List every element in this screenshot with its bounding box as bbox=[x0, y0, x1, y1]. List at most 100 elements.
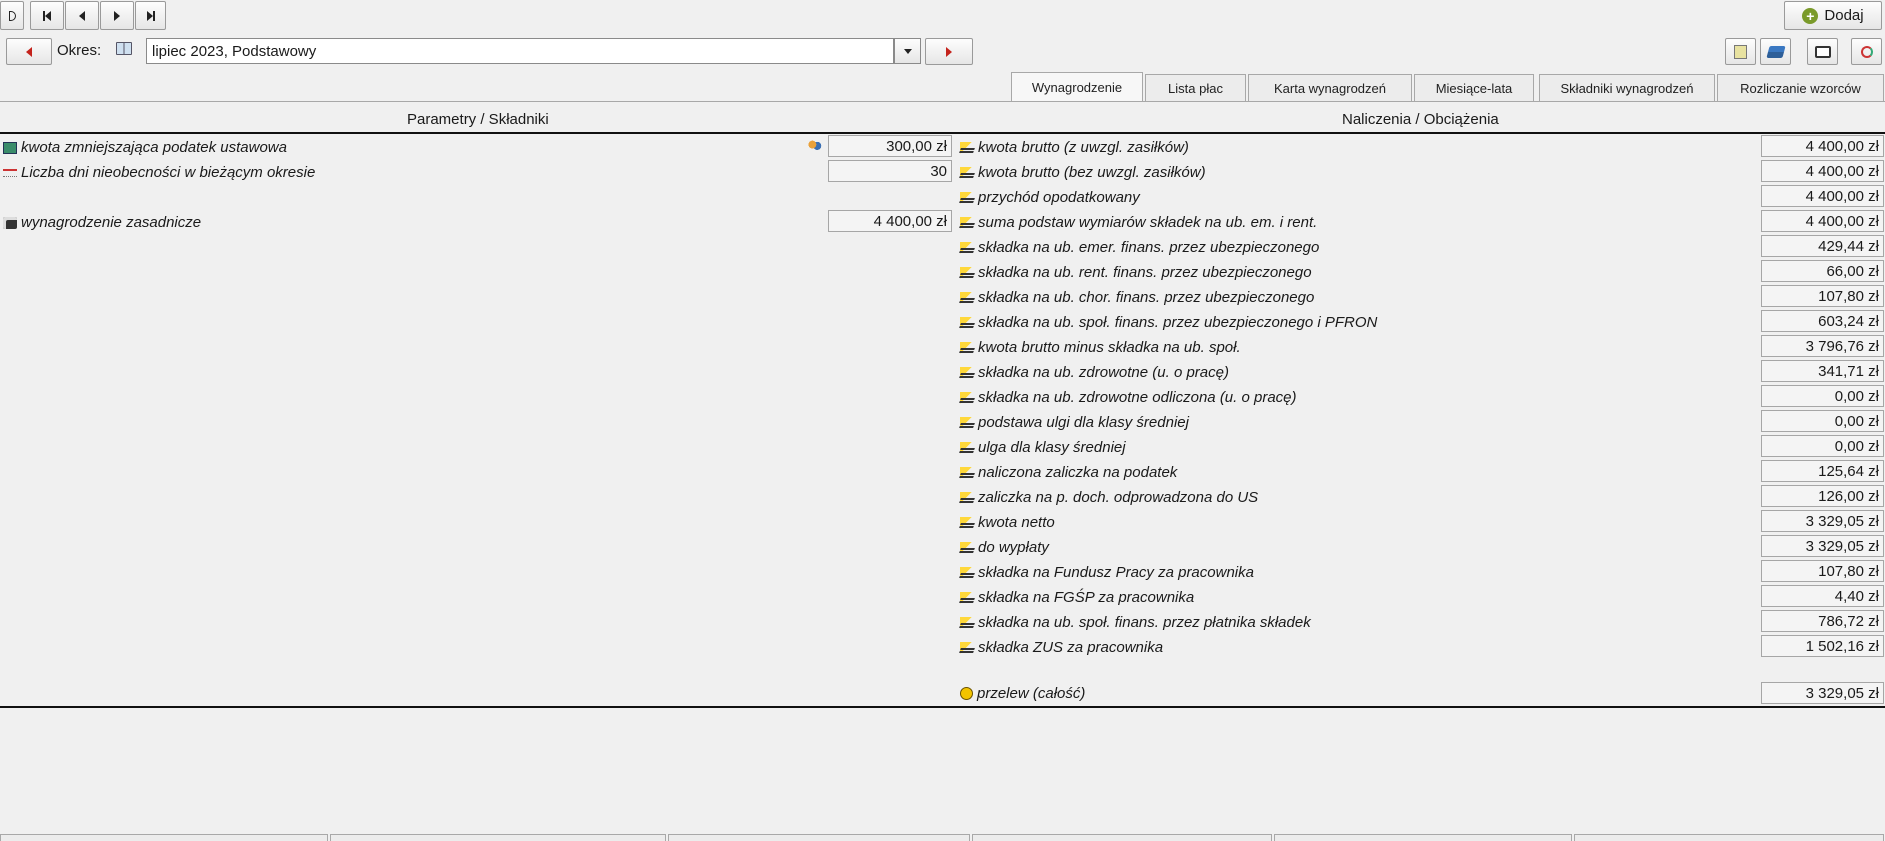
right-row-value[interactable]: 0,00 zł bbox=[1761, 410, 1884, 432]
calculator-icon bbox=[1734, 44, 1747, 59]
tab-miesiace-lata[interactable]: Miesiące-lata bbox=[1414, 74, 1534, 101]
right-row-value[interactable]: 4 400,00 zł bbox=[1761, 160, 1884, 182]
right-row-value[interactable]: 3 329,05 zł bbox=[1761, 535, 1884, 557]
right-row-value[interactable]: 603,24 zł bbox=[1761, 310, 1884, 332]
charge-icon bbox=[960, 516, 974, 529]
right-row-value[interactable]: 429,44 zł bbox=[1761, 235, 1884, 257]
right-row-value[interactable]: 341,71 zł bbox=[1761, 360, 1884, 382]
refresh-button[interactable] bbox=[1851, 38, 1882, 65]
bottom-tab[interactable] bbox=[668, 834, 970, 841]
right-row-label: składka na ub. rent. finans. przez ubezp… bbox=[978, 264, 1312, 281]
charge-icon bbox=[960, 291, 974, 304]
right-row: kwota brutto (z uwzgl. zasiłków) bbox=[960, 136, 1189, 159]
charge-icon bbox=[960, 566, 974, 579]
left-row-value[interactable]: 30 bbox=[828, 160, 952, 182]
right-row-value[interactable]: 3 796,76 zł bbox=[1761, 335, 1884, 357]
right-row-label: kwota brutto (z uwzgl. zasiłków) bbox=[978, 139, 1189, 156]
period-dropdown-button[interactable] bbox=[894, 38, 921, 64]
right-row-value[interactable]: 3 329,05 zł bbox=[1761, 510, 1884, 532]
tab-label: Miesiące-lata bbox=[1435, 80, 1513, 96]
calculator-button[interactable] bbox=[1725, 38, 1756, 65]
right-row-value[interactable]: 0,00 zł bbox=[1761, 435, 1884, 457]
calendar-icon bbox=[3, 168, 17, 177]
transfer-value[interactable]: 3 329,05 zł bbox=[1761, 682, 1884, 704]
right-row-value[interactable]: 107,80 zł bbox=[1761, 560, 1884, 582]
right-row: ulga dla klasy średniej bbox=[960, 436, 1126, 459]
books-button[interactable] bbox=[1760, 38, 1791, 65]
right-row-value[interactable]: 107,80 zł bbox=[1761, 285, 1884, 307]
add-button[interactable]: + Dodaj bbox=[1784, 1, 1882, 30]
left-column-header: Parametry / Składniki bbox=[407, 111, 549, 128]
new-record-icon bbox=[8, 10, 16, 21]
tab-lista-plac[interactable]: Lista płac bbox=[1145, 74, 1246, 101]
tab-label: Lista płac bbox=[1168, 80, 1223, 96]
charge-icon bbox=[960, 591, 974, 604]
people-icon[interactable] bbox=[806, 140, 822, 153]
right-column-header: Naliczenia / Obciążenia bbox=[1342, 111, 1499, 128]
right-row-value[interactable]: 66,00 zł bbox=[1761, 260, 1884, 282]
charge-icon bbox=[960, 441, 974, 454]
first-record-button[interactable] bbox=[30, 1, 64, 30]
bottom-tab[interactable] bbox=[972, 834, 1272, 841]
previous-icon bbox=[79, 10, 85, 21]
charge-icon bbox=[960, 166, 974, 179]
right-row-label: składka na ub. społ. finans. przez płatn… bbox=[978, 614, 1311, 631]
right-row: do wypłaty bbox=[960, 536, 1049, 559]
previous-record-button[interactable] bbox=[65, 1, 99, 30]
charge-icon bbox=[960, 341, 974, 354]
right-row-label: suma podstaw wymiarów składek na ub. em.… bbox=[978, 214, 1318, 231]
next-icon bbox=[114, 10, 120, 21]
bottom-tab[interactable] bbox=[0, 834, 328, 841]
charge-icon bbox=[960, 391, 974, 404]
right-row-value[interactable]: 1 502,16 zł bbox=[1761, 635, 1884, 657]
period-select[interactable]: lipiec 2023, Podstawowy bbox=[146, 38, 894, 64]
right-row-label: do wypłaty bbox=[978, 539, 1049, 556]
right-row: składka na ub. rent. finans. przez ubezp… bbox=[960, 261, 1312, 284]
chevron-down-icon bbox=[903, 48, 912, 54]
tab-karta-wynagrodzen[interactable]: Karta wynagrodzeń bbox=[1248, 74, 1412, 101]
right-row-value[interactable]: 126,00 zł bbox=[1761, 485, 1884, 507]
right-row-value[interactable]: 4 400,00 zł bbox=[1761, 210, 1884, 232]
printer-icon bbox=[1814, 45, 1831, 58]
right-row-value[interactable]: 4 400,00 zł bbox=[1761, 185, 1884, 207]
right-row-label: kwota brutto minus składka na ub. społ. bbox=[978, 339, 1241, 356]
right-row: kwota brutto minus składka na ub. społ. bbox=[960, 336, 1241, 359]
bottom-tab[interactable] bbox=[330, 834, 666, 841]
right-row-value[interactable]: 4,40 zł bbox=[1761, 585, 1884, 607]
next-record-button[interactable] bbox=[100, 1, 134, 30]
next-period-button[interactable] bbox=[925, 38, 973, 65]
charge-icon bbox=[960, 266, 974, 279]
left-row-value[interactable]: 300,00 zł bbox=[828, 135, 952, 157]
previous-period-button[interactable] bbox=[6, 38, 52, 65]
charge-icon bbox=[960, 141, 974, 154]
right-row-label: składka na ub. społ. finans. przez ubezp… bbox=[978, 314, 1378, 331]
right-row: przychód opodatkowany bbox=[960, 186, 1140, 209]
right-row-label: kwota netto bbox=[978, 514, 1055, 531]
right-row: naliczona zaliczka na podatek bbox=[960, 461, 1177, 484]
bottom-tab[interactable] bbox=[1274, 834, 1572, 841]
bottom-tab[interactable] bbox=[1574, 834, 1884, 841]
right-row-value[interactable]: 125,64 zł bbox=[1761, 460, 1884, 482]
right-row: składka na ub. emer. finans. przez ubezp… bbox=[960, 236, 1319, 259]
new-record-button[interactable] bbox=[0, 1, 24, 30]
left-row-value[interactable]: 4 400,00 zł bbox=[828, 210, 952, 232]
right-row-label: składka na Fundusz Pracy za pracownika bbox=[978, 564, 1254, 581]
right-row-value[interactable]: 0,00 zł bbox=[1761, 385, 1884, 407]
tab-wynagrodzenie[interactable]: Wynagrodzenie bbox=[1011, 72, 1143, 102]
right-row: składka na Fundusz Pracy za pracownika bbox=[960, 561, 1254, 584]
print-button[interactable] bbox=[1807, 38, 1838, 65]
transfer-row: przelew (całość) bbox=[960, 682, 1085, 705]
charge-icon bbox=[960, 191, 974, 204]
right-row-value[interactable]: 786,72 zł bbox=[1761, 610, 1884, 632]
tab-strip-line bbox=[0, 101, 1885, 102]
right-row: kwota brutto (bez uwzgl. zasiłków) bbox=[960, 161, 1206, 184]
right-row-label: naliczona zaliczka na podatek bbox=[978, 464, 1178, 481]
charge-icon bbox=[960, 641, 974, 654]
okres-label: Okres: bbox=[57, 42, 102, 59]
tab-rozliczanie-wzorcow[interactable]: Rozliczanie wzorców bbox=[1717, 74, 1884, 101]
last-record-button[interactable] bbox=[135, 1, 166, 30]
first-record-icon bbox=[43, 10, 51, 21]
tab-skladniki-wynagrodzen[interactable]: Składniki wynagrodzeń bbox=[1539, 74, 1715, 101]
right-row-value[interactable]: 4 400,00 zł bbox=[1761, 135, 1884, 157]
charge-icon bbox=[960, 466, 974, 479]
